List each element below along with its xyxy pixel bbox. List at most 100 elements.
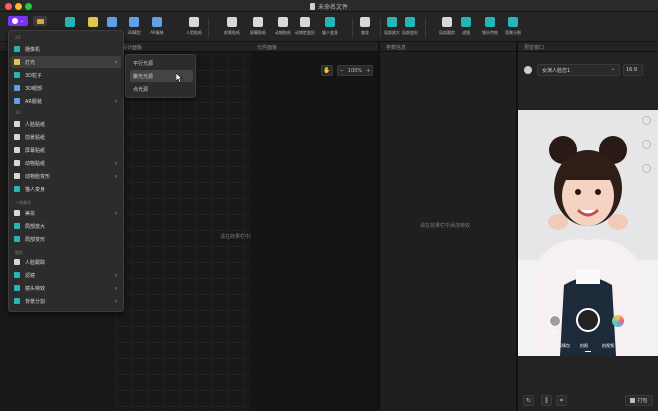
toolbar-item[interactable]: 局部变形 [396,15,424,36]
menu-item-label: 局部变形 [25,236,46,243]
toolbar-item[interactable]: 动物脸变形 [291,15,319,36]
side-icon[interactable] [642,116,651,125]
rotate-button[interactable]: ↻ [523,395,534,406]
toolbar-separator [425,18,426,38]
menu-item-label: 3D粒子 [25,72,43,79]
toolbar-item-label: 动物贴纸 [275,30,291,35]
beauty-button[interactable] [549,315,561,327]
shutter-button[interactable] [576,308,600,332]
maximize-window-button[interactable] [25,3,32,10]
add-effect-button[interactable]: ⌄ [8,16,28,26]
menu-item-label: 摄像机 [25,46,41,53]
toolbar-item-icon [129,17,139,27]
menu-item[interactable]: 3D粒子 [11,69,121,81]
toolbar-item-label: 局部变形 [402,30,418,35]
toolbar-item-label: 3D模型 [127,30,141,35]
beauty-label: 美颜 [551,329,558,333]
menu-item-label: 背景分割 [25,298,46,305]
camera-preview: 美颜 表情包 拍照 拍视频 [518,110,658,356]
menu-item[interactable]: 摄像机 [11,43,121,55]
menu-item-icon [14,160,20,166]
zoom-out-button[interactable]: − [340,68,344,74]
toolbar-item-icon [325,17,335,27]
side-icon[interactable] [642,140,651,149]
zoom-value: 100% [347,67,363,74]
menu-item-label: 动物脸变形 [25,173,51,180]
toolbar-item-label: 人脸贴纸 [186,30,202,35]
menu-item-label: 美妆 [25,210,36,217]
mode-photo[interactable]: 拍照 [580,343,588,349]
toolbar-item[interactable]: 屏幕贴纸 [244,15,272,36]
pause-icon: ‖ [545,397,548,404]
menu-item[interactable]: 美妆 › [11,207,121,219]
toolbar-item[interactable]: AR服装 [143,15,171,36]
hand-tool-button[interactable]: ✋ [321,65,333,76]
menu-item[interactable]: 猫人变身 [11,183,121,195]
menu-item[interactable]: 3D眼部 [11,82,121,94]
menu-item-icon [14,46,20,52]
menu-item-icon [14,121,20,127]
submenu-item[interactable]: 聚光光源 [130,70,193,82]
print-button[interactable]: 打包 [625,395,653,406]
zoom-in-button[interactable]: + [366,68,370,74]
toolbar-item[interactable]: 人脸贴纸 [180,15,208,36]
menu-item[interactable]: 动物贴纸 › [11,157,121,169]
menu-item[interactable]: AR服装 › [11,95,121,107]
mouse-cursor-icon [176,73,183,83]
element-panel: 元件面板 [251,42,378,411]
menu-item-label: 猫人变身 [25,186,46,193]
toolbar-item[interactable]: 背景分割 [499,15,527,36]
menu-item[interactable]: 滤镜 › [11,269,121,281]
mode-sticker[interactable]: 表情包 [558,343,570,349]
toolbar-item-icon [508,17,518,27]
toolbar-item-label: 前景贴纸 [224,30,240,35]
menu-item-label: 局部放大 [25,223,46,230]
menu-item-icon [14,98,20,104]
menu-item[interactable]: 局部变形 [11,233,121,245]
menu-item[interactable]: 背景分割 › [11,295,121,307]
menu-item[interactable]: 前景贴纸 [11,131,121,143]
toolbar-item[interactable]: 美妆 [351,15,379,36]
submenu-item[interactable]: 点光源 [130,83,193,95]
mode-video[interactable]: 拍视频 [602,343,614,349]
ratio-select[interactable]: 16:9 [623,64,643,76]
menu-item[interactable]: 人脸跟踪 [11,256,121,268]
pause-button[interactable]: ‖ [541,395,552,406]
menu-item[interactable]: 屏幕贴纸 [11,144,121,156]
toolbar-item-icon [253,17,263,27]
zoom-control: − 100% + [337,65,373,76]
minimize-window-button[interactable] [15,3,22,10]
toolbar-item-icon [360,17,370,27]
menu-item[interactable]: 局部放大 [11,220,121,232]
refresh-icon: ↻ [525,397,532,404]
menu-item-label: AR服装 [25,98,42,105]
toolbar-item[interactable]: 猫人变身 [316,15,344,36]
menu-item-label: 3D眼部 [25,85,43,92]
menu-item-label: 人脸跟踪 [25,259,46,266]
crop-button[interactable]: ⌗ [556,395,567,406]
menu-item-icon [14,134,20,140]
submenu-item[interactable]: 平行光源 [130,57,193,69]
menu-item[interactable]: 动物脸变形 › [11,170,121,182]
menu-item-icon [14,72,20,78]
side-icon[interactable] [642,164,651,173]
menu-item-label: 滤镜 [25,272,36,279]
toolbar-item[interactable]: 前景贴纸 [218,15,246,36]
toolbar-item-icon [152,17,162,27]
toolbar-item-label: 猫人变身 [322,30,338,35]
toolbar-item-icon [107,17,117,27]
package-icon [630,398,636,403]
menu-item[interactable]: 人脸贴纸 [11,118,121,130]
camera-icon[interactable] [524,66,532,74]
toolbar-item-icon [485,17,495,27]
filter-button[interactable] [612,315,624,327]
light-toggle-button[interactable] [33,16,47,26]
menu-item[interactable]: 灯光 › [11,56,121,68]
menu-item-label: 灯光 [25,59,36,66]
folder-icon [36,18,44,24]
menu-item[interactable]: 镜头特效 › [11,282,121,294]
camera-select[interactable]: 女演人脸恋1 ⌄ [537,64,620,76]
close-window-button[interactable] [5,3,12,10]
toolbar-item-label: 镜头特效 [482,30,498,35]
toolbar-item-icon [461,17,471,27]
